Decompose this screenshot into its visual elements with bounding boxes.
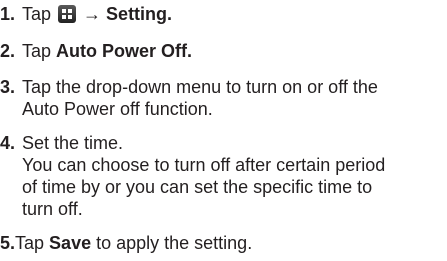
step-5: 5.Tap Save to apply the setting. [0, 232, 447, 254]
step-text-line: of time by or you can set the specific t… [22, 177, 373, 197]
step-text-line: Tap the drop-down menu to turn on or off… [22, 77, 378, 97]
step-text: Tap the drop-down menu to turn on or off… [22, 76, 378, 120]
step-text-before: Tap [15, 233, 50, 253]
step-number: 1. [0, 4, 16, 24]
step-2: 2. Tap Auto Power Off. [0, 40, 447, 62]
setting-label: Setting. [106, 4, 173, 24]
step-number: 5. [0, 233, 16, 253]
step-text: Set the time. You can choose to turn off… [22, 132, 385, 220]
step-number: 4. [0, 133, 16, 153]
step-text-after: to apply the setting. [91, 233, 253, 253]
step-number: 2. [0, 41, 16, 61]
step-number: 3. [0, 77, 16, 97]
auto-power-off-label: Auto Power Off. [56, 41, 193, 61]
step-text-line: turn off. [22, 199, 83, 219]
step-1: 1. Tap → Setting. [0, 3, 447, 25]
step-text-line: Auto Power off function. [22, 99, 213, 119]
step-text-line: You can choose to turn off after certain… [22, 155, 386, 175]
step-text-line: Set the time. [22, 133, 124, 153]
menu-grid-icon [58, 5, 77, 23]
step-3: 3. Tap the drop-down menu to turn on or … [0, 76, 447, 119]
save-label: Save [49, 233, 92, 253]
step-4: 4. Set the time. You can choose to turn … [0, 132, 447, 219]
arrow-text: → [78, 4, 107, 24]
step-text: Tap Auto Power Off. [22, 40, 192, 62]
step-text-before: Tap [22, 4, 57, 24]
step-text: Tap → Setting. [22, 3, 172, 25]
step-text-before: Tap [22, 41, 57, 61]
